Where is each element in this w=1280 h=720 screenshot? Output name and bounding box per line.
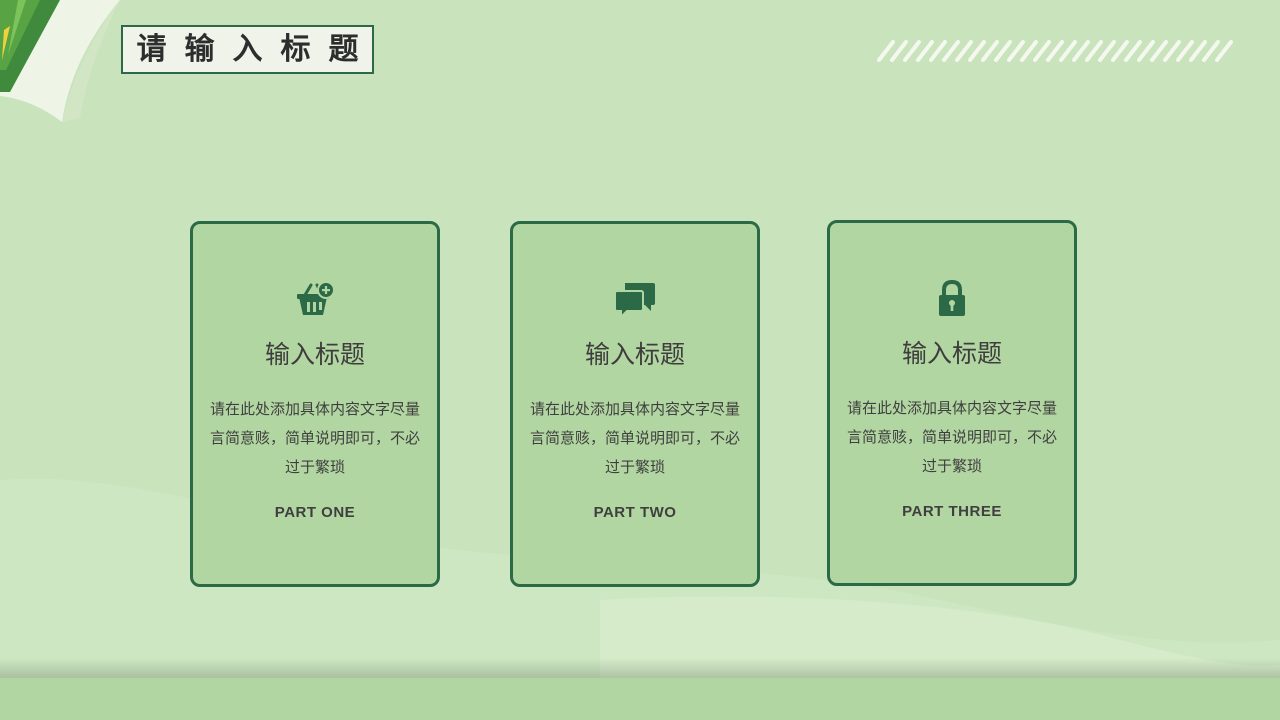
card-body-text: 请在此处添加具体内容文字尽量言简意赅，简单说明即可，不必过于繁琐 <box>846 399 1057 475</box>
chat-bubbles-icon <box>613 277 657 321</box>
card-title: 输入标题 <box>901 339 1002 368</box>
card-body-text: 请在此处添加具体内容文字尽量言简意赅，简单说明即可，不必过于繁琐 <box>529 400 740 476</box>
card-body-text: 请在此处添加具体内容文字尽量言简意赅，简单说明即可，不必过于繁琐 <box>209 400 420 476</box>
basket-plus-icon <box>293 277 337 321</box>
card-title: 输入标题 <box>584 340 685 369</box>
card-part-label: PART THREE <box>902 503 1002 520</box>
card-part-two: 输入标题 请在此处添加具体内容文字尽量言简意赅，简单说明即可，不必过于繁琐 PA… <box>510 221 760 587</box>
card-part-one: 输入标题 请在此处添加具体内容文字尽量言简意赅，简单说明即可，不必过于繁琐 PA… <box>190 221 440 587</box>
card-part-three: 输入标题 请在此处添加具体内容文字尽量言简意赅，简单说明即可，不必过于繁琐 PA… <box>827 220 1077 586</box>
page-curl-decoration <box>0 0 120 122</box>
card-part-label: PART TWO <box>593 504 677 521</box>
card-title: 输入标题 <box>264 340 365 369</box>
diagonal-stripes-decoration <box>877 40 1233 62</box>
card-part-label: PART ONE <box>274 504 356 521</box>
page-title-box: 请输入标题 <box>121 25 374 74</box>
padlock-icon <box>930 276 974 320</box>
bottom-shadow <box>0 658 1280 680</box>
bottom-band <box>0 678 1280 720</box>
page-title: 请输入标题 <box>136 31 377 67</box>
